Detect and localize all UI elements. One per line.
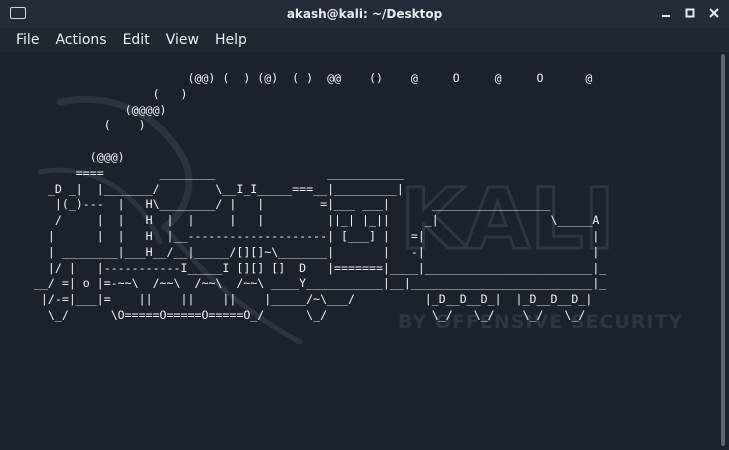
close-icon[interactable] <box>707 5 721 21</box>
menu-bar: File Actions Edit View Help <box>0 28 729 52</box>
window-controls <box>659 5 721 21</box>
sl-train-ascii-art: (@@) ( ) (@) ( ) @@ () @ O @ O @ ( ) (@@… <box>33 71 607 322</box>
menu-help[interactable]: Help <box>207 32 255 48</box>
menu-view[interactable]: View <box>158 32 207 48</box>
terminal-window-icon <box>10 7 26 19</box>
menu-file[interactable]: File <box>8 32 47 48</box>
terminal-output-area[interactable]: KALI BY OFFENSIVE SECURITY (@@) ( ) (@) … <box>0 52 729 450</box>
window-title: akash@kali: ~/Desktop <box>286 7 443 21</box>
minimize-icon[interactable] <box>659 5 673 21</box>
scrollbar-thumb[interactable] <box>721 54 725 446</box>
window-titlebar[interactable]: akash@kali: ~/Desktop <box>0 0 729 28</box>
menu-edit[interactable]: Edit <box>115 32 158 48</box>
maximize-icon[interactable] <box>683 5 697 21</box>
menu-actions[interactable]: Actions <box>47 32 114 48</box>
terminal-scrollbar[interactable] <box>720 52 726 446</box>
